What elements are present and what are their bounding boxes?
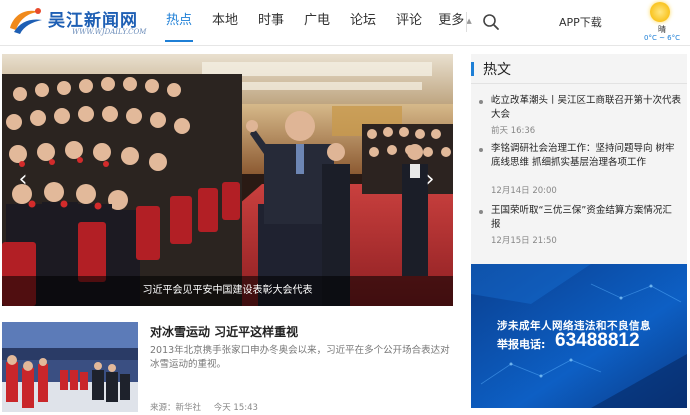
article-source: 来源：新华社 xyxy=(150,403,202,413)
carousel-next-button[interactable]: › xyxy=(421,166,439,194)
article-title[interactable]: 对冰雪运动 习近平这样重视 xyxy=(150,323,298,340)
hot-news-item-time: 12月14日 20:00 xyxy=(491,186,557,196)
nav-tab-current-affairs[interactable]: 时事 xyxy=(248,0,294,46)
bullet-icon xyxy=(479,210,483,214)
banner-hotline-number: 63488812 xyxy=(555,330,640,351)
sun-icon xyxy=(650,2,670,22)
search-icon[interactable] xyxy=(482,13,500,31)
nav-tab-label: 更多 xyxy=(438,13,465,28)
nav-tab-forum[interactable]: 论坛 xyxy=(340,0,386,46)
weather-widget: 晴 0°C ~ 6°C xyxy=(640,2,684,44)
hot-news-item-time: 12月15日 21:50 xyxy=(491,236,557,246)
article-summary: 2013年北京携手张家口申办冬奥会以来，习近平在多个公开场合表达对冰雪运动的重视… xyxy=(150,345,450,370)
bullet-icon xyxy=(479,100,483,104)
hot-news-item-title[interactable]: 王国荣听取“三优三保”资金结算方案情况汇报 xyxy=(491,204,681,232)
nav-tab-label: 本地 xyxy=(211,13,238,28)
nav-divider xyxy=(466,12,467,32)
hot-news-title: 热文 xyxy=(483,62,511,78)
banner-hotline-label: 举报电话: xyxy=(497,338,546,351)
hot-news-item-time: 前天 16:36 xyxy=(491,126,536,136)
caret-up-icon: ▲ xyxy=(466,17,472,25)
article-meta: 来源：新华社 今天 15:43 xyxy=(150,401,268,413)
hot-news-header: 热文 xyxy=(471,54,687,84)
hot-news-item-title[interactable]: 屹立改革潮头丨吴江区工商联召开第十次代表大会 xyxy=(491,94,681,122)
weather-temperature: 0°C ~ 6°C xyxy=(644,34,680,42)
carousel-prev-button[interactable]: ‹ xyxy=(14,166,32,194)
hero-carousel[interactable]: ‹ › 习近平会见平安中国建设表彰大会代表 xyxy=(2,54,453,306)
hero-caption[interactable]: 习近平会见平安中国建设表彰大会代表 xyxy=(2,276,453,306)
accent-bar xyxy=(471,62,474,76)
app-download-link[interactable]: APP下载 xyxy=(559,14,602,30)
site-header: 吴江新闻网 WWW.WJDAILY.COM 热点 本地 时事 广电 论坛 评论 … xyxy=(0,0,690,46)
nav-tab-comment[interactable]: 评论 xyxy=(386,0,432,46)
nav-tab-label: 热点 xyxy=(165,13,192,28)
nav-tab-label: 论坛 xyxy=(349,13,376,28)
news-article-card: 对冰雪运动 习近平这样重视 2013年北京携手张家口申办冬奥会以来，习近平在多个… xyxy=(2,320,453,413)
nav-tab-local[interactable]: 本地 xyxy=(202,0,248,46)
nav-tab-label: 评论 xyxy=(395,13,422,28)
logo-swoosh-icon xyxy=(10,8,42,34)
site-url: WWW.WJDAILY.COM xyxy=(72,28,147,36)
nav-tab-hot[interactable]: 热点 xyxy=(156,0,202,46)
bullet-icon xyxy=(479,148,483,152)
report-hotline-banner[interactable]: 涉未成年人网络违法和不良信息 举报电话: 63488812 xyxy=(471,264,687,408)
site-logo[interactable]: 吴江新闻网 WWW.WJDAILY.COM xyxy=(8,4,158,40)
article-time: 今天 15:43 xyxy=(213,403,258,413)
nav-tab-more[interactable]: 更多 ▲ xyxy=(432,0,478,46)
nav-tab-label: 时事 xyxy=(257,13,284,28)
article-photo xyxy=(2,322,138,412)
nav-tab-label: 广电 xyxy=(303,13,330,28)
nav-tab-broadcast[interactable]: 广电 xyxy=(294,0,340,46)
main-nav: 热点 本地 时事 广电 论坛 评论 更多 ▲ xyxy=(156,0,478,46)
article-thumbnail[interactable] xyxy=(2,322,138,412)
hot-news-item-title[interactable]: 李铭调研社会治理工作：坚持问题导向 树牢底线思维 抓细抓实基层治理各项工作 xyxy=(491,142,681,170)
hero-photo xyxy=(2,54,453,306)
